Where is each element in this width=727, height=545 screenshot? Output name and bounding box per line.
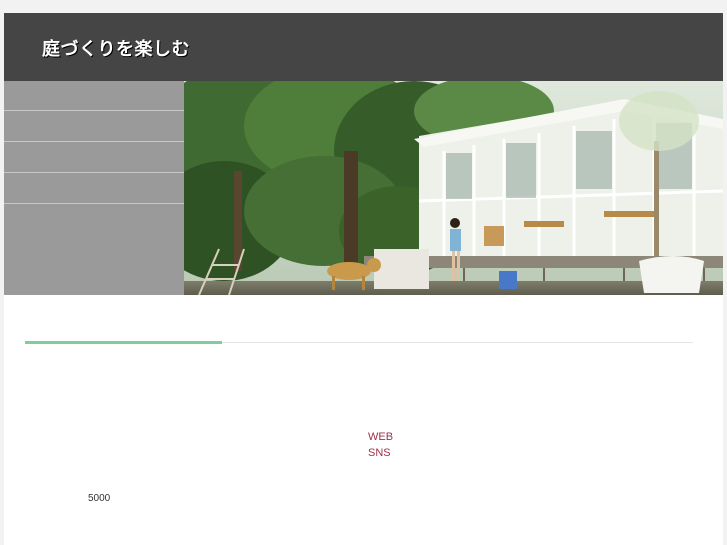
site-title[interactable]: 庭づくりを楽しむ (42, 35, 190, 61)
hero-garden-illustration (184, 81, 723, 295)
tab-active-indicator[interactable] (25, 341, 222, 344)
sidebar-item-1[interactable] (4, 81, 184, 111)
sidebar-menu (4, 81, 184, 295)
sidebar-item-4[interactable] (4, 174, 184, 204)
page: 庭づくりを楽しむ WEB SNS 5000 (4, 13, 723, 545)
web-link[interactable]: WEB (368, 431, 393, 443)
sidebar-item-3[interactable] (4, 143, 184, 173)
sns-link[interactable]: SNS (368, 447, 391, 459)
sidebar-item-2[interactable] (4, 112, 184, 142)
site-header: 庭づくりを楽しむ (4, 13, 723, 81)
hero-garden-image (184, 81, 723, 295)
value-text: 5000 (88, 493, 111, 504)
